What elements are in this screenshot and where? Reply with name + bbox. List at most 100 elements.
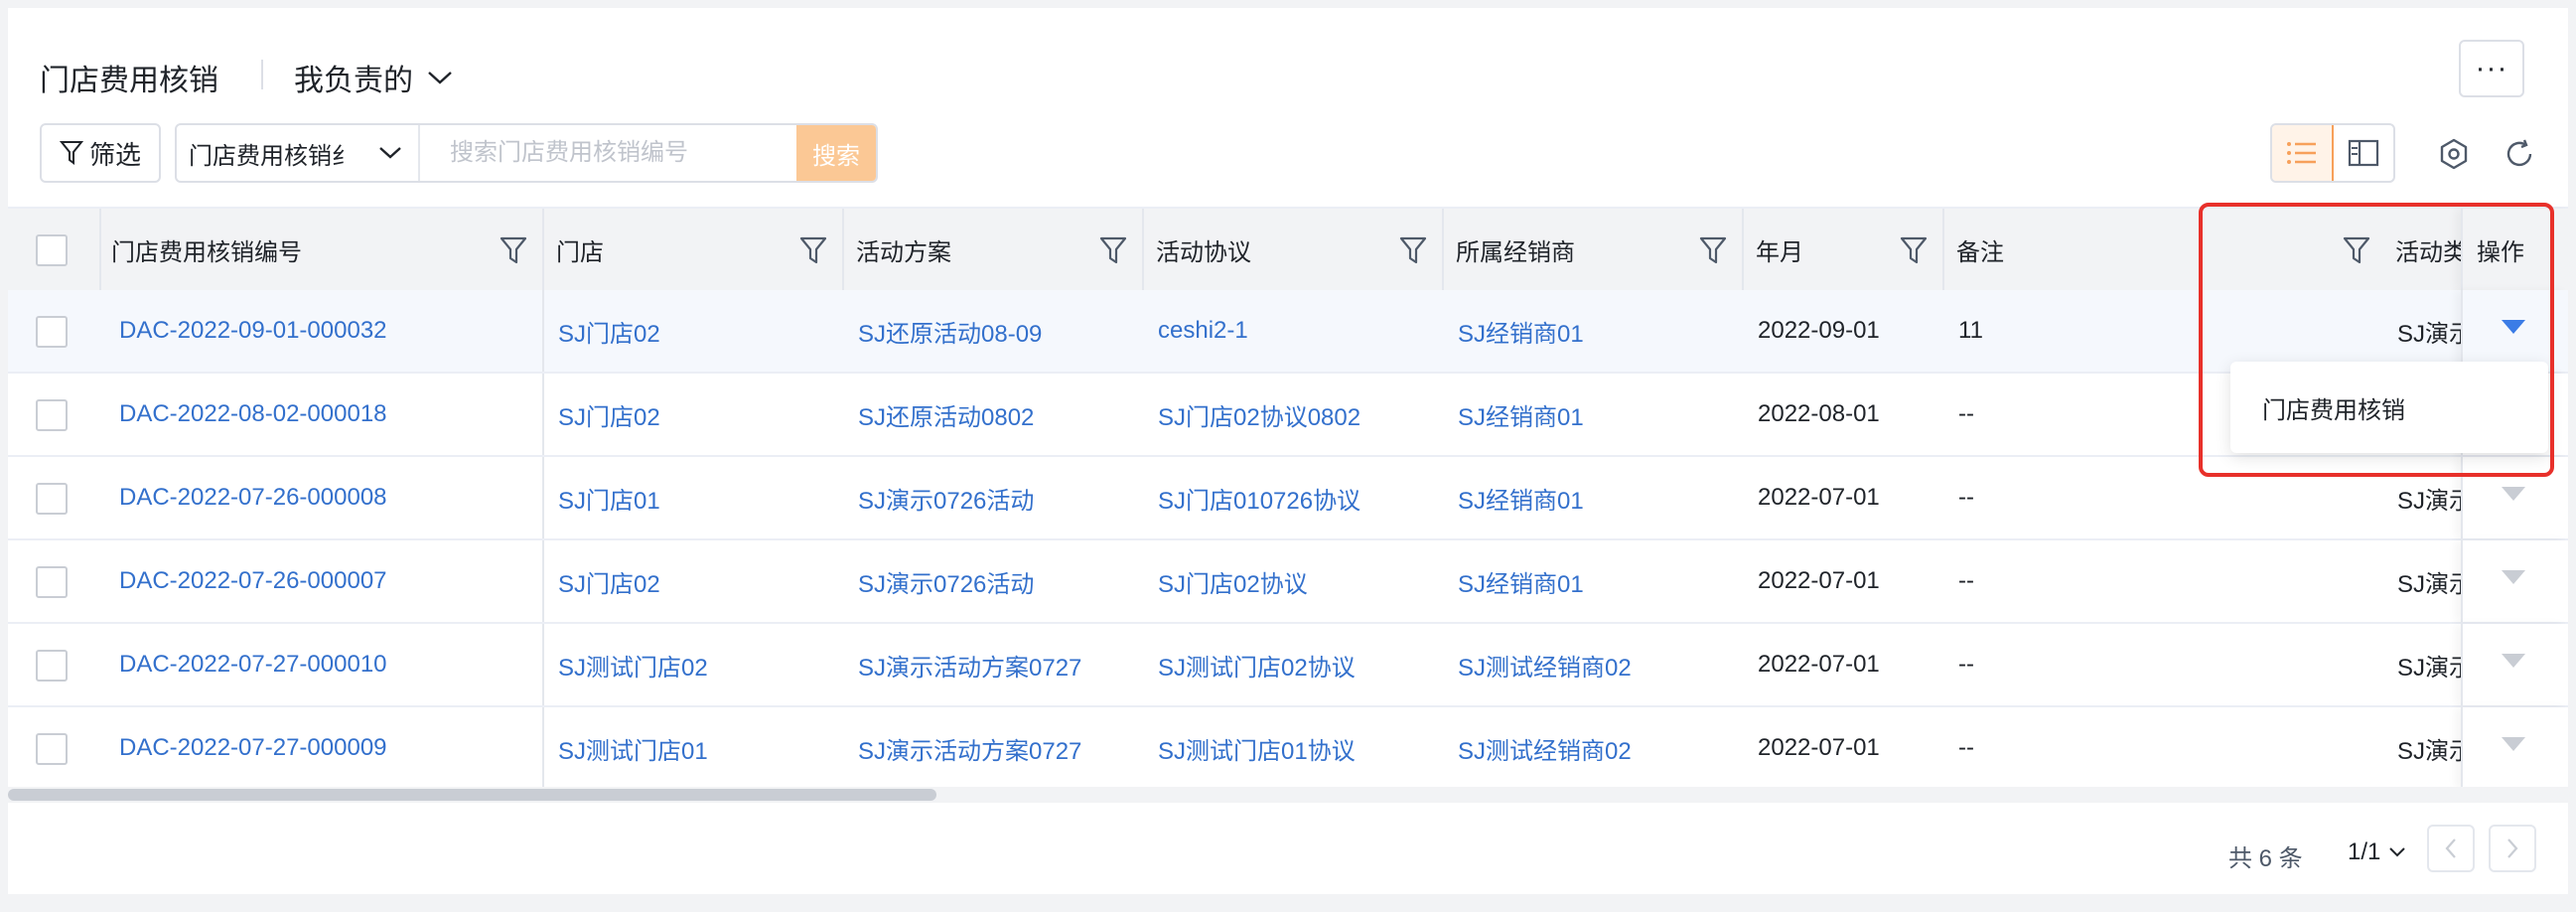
operation-cell xyxy=(2461,290,2568,372)
operation-column-header: 操作 xyxy=(2461,209,2568,290)
table-row[interactable]: DAC-2022-07-26-000008 SJ门店01 SJ演示0726活动 SJ门… xyxy=(8,457,2568,540)
view-toggle xyxy=(2270,123,2395,183)
view-selector-label: 我负责的 xyxy=(294,65,413,97)
cell-plan[interactable]: SJ还原活动0802 xyxy=(858,374,1116,455)
column-filter-icon[interactable] xyxy=(798,234,828,266)
search-input[interactable] xyxy=(420,125,796,181)
cell-month: 2022-07-01 xyxy=(1758,567,1880,594)
cell-month: 2022-08-01 xyxy=(1758,400,1880,427)
table-row[interactable]: DAC-2022-07-27-000010 SJ测试门店02 SJ演示活动方案072… xyxy=(8,624,2568,707)
dropdown-arrow-icon[interactable] xyxy=(2501,652,2526,670)
cell-agreement[interactable]: SJ门店02协议 xyxy=(1158,540,1416,622)
row-checkbox[interactable] xyxy=(36,483,68,515)
search-field-select[interactable]: 门店费用核销纟 xyxy=(177,125,420,181)
cell-remark: -- xyxy=(1958,651,1974,678)
cell-type: SJ演示 xyxy=(2397,570,2467,598)
table-row[interactable]: DAC-2022-09-01-000032 SJ门店02 SJ还原活动08-09 ce… xyxy=(8,290,2568,374)
dropdown-arrow-icon[interactable] xyxy=(2501,568,2526,586)
cell-code[interactable]: DAC-2022-08-02-000018 xyxy=(119,374,497,455)
cell-plan[interactable]: SJ还原活动08-09 xyxy=(858,290,1116,372)
column-divider xyxy=(542,209,544,290)
cell-type: SJ演示 xyxy=(2397,654,2467,682)
dropdown-arrow-icon[interactable] xyxy=(2501,318,2526,336)
cell-code[interactable]: DAC-2022-07-27-000009 xyxy=(119,707,497,789)
cell-store[interactable]: SJ门店02 xyxy=(558,290,816,372)
page: 门店费用核销 我负责的 ··· 筛选 门店费用核销纟 搜索门店费用核销编号 搜索… xyxy=(8,8,2568,894)
cell-code[interactable]: DAC-2022-09-01-000032 xyxy=(119,290,497,372)
column-filter-icon[interactable] xyxy=(1698,234,1728,266)
cell-remark: -- xyxy=(1958,734,1974,761)
cell-code[interactable]: DAC-2022-07-26-000008 xyxy=(119,457,497,538)
row-checkbox[interactable] xyxy=(36,399,68,431)
column-filter-icon[interactable] xyxy=(1899,234,1929,266)
settings-button[interactable] xyxy=(2437,137,2471,171)
cell-plan[interactable]: SJ演示0726活动 xyxy=(858,457,1116,538)
total-count: 共 6 条 xyxy=(2228,845,2303,872)
column-divider xyxy=(99,209,101,290)
operation-cell xyxy=(2461,624,2568,705)
column-filter-icon[interactable] xyxy=(499,234,528,266)
search-button[interactable]: 搜索 xyxy=(796,125,876,181)
cell-dealer[interactable]: SJ经销商01 xyxy=(1458,290,1716,372)
dropdown-arrow-icon[interactable] xyxy=(2501,485,2526,503)
cell-plan[interactable]: SJ演示0726活动 xyxy=(858,540,1116,622)
cell-store[interactable]: SJ门店01 xyxy=(558,457,816,538)
cell-dealer[interactable]: SJ经销商01 xyxy=(1458,540,1716,622)
refresh-icon xyxy=(2506,139,2532,167)
table-row[interactable]: DAC-2022-07-27-000009 SJ测试门店01 SJ演示活动方案072… xyxy=(8,707,2568,791)
settings-icon xyxy=(2440,138,2468,170)
cell-dealer[interactable]: SJ经销商01 xyxy=(1458,374,1716,455)
cell-code[interactable]: DAC-2022-07-27-000010 xyxy=(119,624,497,705)
filter-button-label: 筛选 xyxy=(88,139,141,170)
cell-agreement[interactable]: SJ门店02协议0802 xyxy=(1158,374,1416,455)
cell-dealer[interactable]: SJ测试经销商02 xyxy=(1458,707,1716,789)
refresh-button[interactable] xyxy=(2503,137,2536,171)
cell-store[interactable]: SJ测试门店02 xyxy=(558,624,816,705)
chevron-down-icon xyxy=(2389,847,2406,857)
split-view-button[interactable] xyxy=(2334,125,2393,181)
column-divider xyxy=(1942,209,1944,290)
select-all-checkbox[interactable] xyxy=(36,234,68,266)
prev-page-button[interactable] xyxy=(2427,825,2475,872)
table-row[interactable]: DAC-2022-08-02-000018 SJ门店02 SJ还原活动0802 SJ门… xyxy=(8,374,2568,457)
row-checkbox[interactable] xyxy=(36,733,68,765)
cell-agreement[interactable]: SJ测试门店02协议 xyxy=(1158,624,1416,705)
row-checkbox[interactable] xyxy=(36,316,68,348)
cell-dealer[interactable]: SJ经销商01 xyxy=(1458,457,1716,538)
cell-dealer[interactable]: SJ测试经销商02 xyxy=(1458,624,1716,705)
cell-store[interactable]: SJ门店02 xyxy=(558,374,816,455)
operation-cell xyxy=(2461,540,2568,622)
filter-button[interactable]: 筛选 xyxy=(40,123,161,183)
cell-store[interactable]: SJ测试门店01 xyxy=(558,707,816,789)
cell-code[interactable]: DAC-2022-07-26-000007 xyxy=(119,540,497,622)
horizontal-scrollbar[interactable] xyxy=(8,787,2568,803)
cell-plan[interactable]: SJ演示活动方案0727 xyxy=(858,624,1116,705)
row-checkbox[interactable] xyxy=(36,650,68,682)
view-selector[interactable]: 我负责的 xyxy=(294,56,453,99)
cell-month: 2022-07-01 xyxy=(1758,651,1880,678)
more-button[interactable]: ··· xyxy=(2459,40,2524,97)
cell-agreement[interactable]: ceshi2-1 xyxy=(1158,290,1416,372)
chevron-down-icon xyxy=(379,147,401,159)
cell-plan[interactable]: SJ演示活动方案0727 xyxy=(858,707,1116,789)
cell-store[interactable]: SJ门店02 xyxy=(558,540,816,622)
list-view-button[interactable] xyxy=(2272,125,2334,181)
dropdown-arrow-icon[interactable] xyxy=(2501,735,2526,753)
row-checkbox[interactable] xyxy=(36,566,68,598)
cell-month: 2022-07-01 xyxy=(1758,484,1880,511)
next-page-button[interactable] xyxy=(2489,825,2536,872)
column-header: 年月 xyxy=(1756,238,1803,266)
action-dropdown-menu: 门店费用核销 xyxy=(2230,362,2548,453)
cell-agreement[interactable]: SJ门店010726协议 xyxy=(1158,457,1416,538)
column-filter-icon[interactable] xyxy=(1398,234,1428,266)
cell-agreement[interactable]: SJ测试门店01协议 xyxy=(1158,707,1416,789)
chevron-down-icon xyxy=(428,72,452,84)
table-row[interactable]: DAC-2022-07-26-000007 SJ门店02 SJ演示0726活动 SJ门… xyxy=(8,540,2568,624)
scrollbar-thumb[interactable] xyxy=(8,789,936,801)
dropdown-item-store-expense[interactable]: 门店费用核销 xyxy=(2262,390,2405,425)
cell-type: SJ演示 xyxy=(2397,320,2467,348)
column-filter-icon[interactable] xyxy=(2342,234,2371,266)
page-selector[interactable]: 1/1 xyxy=(2348,838,2406,866)
column-header: 所属经销商 xyxy=(1456,238,1575,266)
column-filter-icon[interactable] xyxy=(1098,234,1128,266)
